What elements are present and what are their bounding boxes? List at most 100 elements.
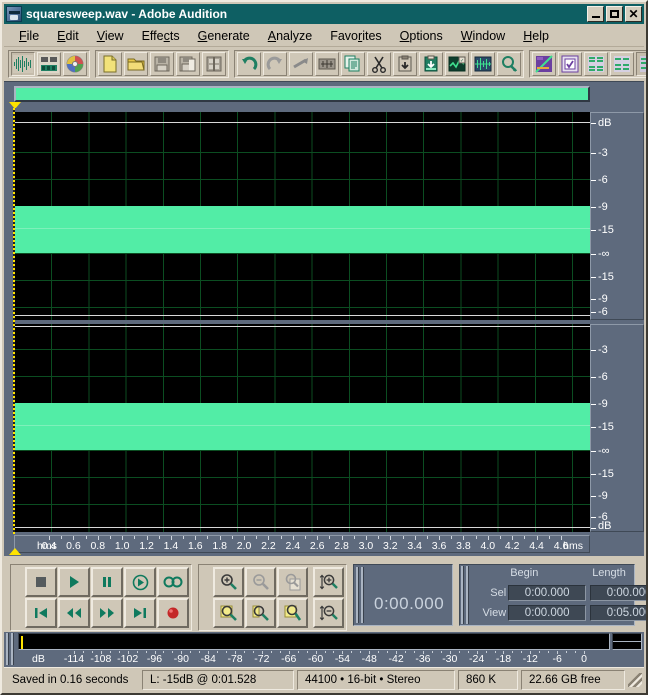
- sel-begin-field[interactable]: 0:00.000: [508, 585, 587, 601]
- level-meter-label-16: -18: [495, 653, 512, 665]
- level-meter-minor-tick: [512, 651, 514, 653]
- menu-window[interactable]: Window: [452, 27, 514, 45]
- open-folder-button[interactable]: [124, 52, 148, 76]
- minimize-button[interactable]: [587, 6, 604, 22]
- level-meter-minor-tick: [378, 651, 380, 653]
- stop-button[interactable]: [25, 567, 57, 597]
- left-channel-waveform[interactable]: [14, 112, 590, 320]
- loop-play-button[interactable]: [157, 567, 189, 597]
- db-label-left-4: -15: [598, 224, 614, 236]
- level-meter-label-18: -6: [552, 653, 562, 665]
- menu-generate[interactable]: Generate: [189, 27, 259, 45]
- time-display-panel[interactable]: 0:00.000: [353, 564, 454, 626]
- level-meter-tick-4: [181, 651, 183, 654]
- save-as-button[interactable]: [176, 52, 200, 76]
- rewind-button[interactable]: [58, 598, 90, 628]
- resize-grip[interactable]: [628, 672, 642, 687]
- cd-view-button[interactable]: [63, 52, 87, 76]
- copy-button[interactable]: [341, 52, 365, 76]
- play-button[interactable]: [58, 567, 90, 597]
- menu-file[interactable]: File: [10, 27, 48, 45]
- close-button[interactable]: ✕: [625, 6, 642, 22]
- level-meter-minor-tick: [190, 651, 192, 653]
- maximize-button[interactable]: [606, 6, 623, 22]
- show-grid-button[interactable]: [558, 52, 582, 76]
- paste-to-new-button[interactable]: ✓: [445, 52, 469, 76]
- level-meter-minor-tick: [82, 651, 84, 653]
- show-toolbar2-button[interactable]: [610, 52, 634, 76]
- selection-panel-grip[interactable]: [461, 566, 471, 624]
- go-to-end-button[interactable]: [124, 598, 156, 628]
- menu-help[interactable]: Help: [514, 27, 558, 45]
- menu-effects[interactable]: Effects: [133, 27, 189, 45]
- menu-favorites[interactable]: Favorites: [321, 27, 390, 45]
- paste-button[interactable]: [393, 52, 417, 76]
- zoom-to-selection-button[interactable]: [213, 598, 244, 628]
- go-to-beginning-button[interactable]: [25, 598, 57, 628]
- start-marker-triangle-bottom[interactable]: [9, 548, 21, 555]
- show-toolbar3-button[interactable]: [636, 52, 646, 76]
- level-meter-tick-10: [342, 651, 344, 654]
- menu-options[interactable]: Options: [391, 27, 452, 45]
- time-ruler-label-6: 1.6: [187, 540, 203, 552]
- level-meter-body[interactable]: dB -114 -108 -102 -96 -90 -84 -78 -72 -66 -60 -54-…: [18, 632, 644, 666]
- view-length-field[interactable]: 0:05.000: [590, 605, 646, 621]
- time-panel-grip[interactable]: [356, 567, 365, 623]
- zoom-out-full-button[interactable]: [277, 567, 308, 597]
- view-begin-field[interactable]: 0:00.000: [508, 605, 587, 621]
- db-label-unit-right: dB: [598, 520, 612, 532]
- mix-paste-button[interactable]: [419, 52, 443, 76]
- display-group: [529, 50, 646, 78]
- waveform-display[interactable]: dB -3 -6 -9 -15 -∞ -15 -9 -6 -3 -6 -9 -1…: [4, 108, 644, 556]
- selection-cursor[interactable]: [13, 108, 15, 534]
- play-to-end-button[interactable]: [124, 567, 156, 597]
- time-ruler-tick-12: [341, 536, 343, 540]
- trim-waveform-button[interactable]: [471, 52, 495, 76]
- title-bar[interactable]: squaresweep.wav - Adobe Audition ✕: [4, 4, 644, 24]
- level-meter-tick-5: [208, 651, 210, 654]
- record-button[interactable]: [157, 598, 189, 628]
- horizontal-scrollbar-thumb[interactable]: [14, 86, 590, 102]
- time-ruler-minor-tick-3: [134, 536, 136, 539]
- time-ruler-label-19: 4.2: [504, 540, 520, 552]
- save-all-button[interactable]: [202, 52, 226, 76]
- file-group: [95, 50, 229, 78]
- level-meter-grip[interactable]: [6, 633, 16, 665]
- zoom-to-left-edge-button[interactable]: [245, 598, 276, 628]
- show-toolbar1-button[interactable]: [584, 52, 608, 76]
- edit-view-button[interactable]: [11, 52, 35, 76]
- cut-button[interactable]: [367, 52, 391, 76]
- pause-button[interactable]: [91, 567, 123, 597]
- new-file-button[interactable]: [98, 52, 122, 76]
- db-label-right-0: -3: [598, 344, 608, 356]
- zoom-to-right-edge-button[interactable]: [277, 598, 308, 628]
- menu-view[interactable]: View: [88, 27, 133, 45]
- zoom-in-horizontal-button[interactable]: [213, 567, 244, 597]
- zoom-out-vertical-button[interactable]: [313, 598, 344, 628]
- menu-edit[interactable]: Edit: [48, 27, 88, 45]
- fast-forward-button[interactable]: [91, 598, 123, 628]
- time-ruler[interactable]: hms hms 0.4 0.6 0.8 1.0 1.2 1.4 1.6 1.8 2.0 2.2 2.…: [14, 535, 590, 553]
- overview-scrollbar-area: [4, 81, 644, 109]
- spectral-view-button[interactable]: [532, 52, 556, 76]
- level-meter-tick-0: [74, 651, 75, 654]
- select-entire-wave-button[interactable]: [497, 52, 521, 76]
- level-meter-scale: dB -114 -108 -102 -96 -90 -84 -78 -72 -66 -60 -54-…: [18, 651, 610, 665]
- redo-button[interactable]: [263, 52, 287, 76]
- undo-button[interactable]: [237, 52, 261, 76]
- repeat-last-command-button[interactable]: [289, 52, 313, 76]
- level-meter-clip-indicators[interactable]: [612, 633, 642, 650]
- time-ruler-minor-tick-15: [426, 536, 428, 539]
- level-meter-bar[interactable]: [18, 633, 610, 650]
- horizontal-scrollbar-track[interactable]: [14, 86, 590, 102]
- right-channel-waveform[interactable]: [14, 324, 590, 532]
- edit-waveform-button[interactable]: [315, 52, 339, 76]
- selection-view-panel: Begin Length Sel 0:00.000 0:00.000 View …: [459, 564, 646, 626]
- sel-length-field[interactable]: 0:00.000: [590, 585, 646, 601]
- time-ruler-tick-20: [536, 536, 538, 540]
- multitrack-view-button[interactable]: [37, 52, 61, 76]
- menu-analyze[interactable]: Analyze: [259, 27, 321, 45]
- save-file-button[interactable]: [150, 52, 174, 76]
- zoom-in-vertical-button[interactable]: [313, 567, 344, 597]
- zoom-out-horizontal-button[interactable]: [245, 567, 276, 597]
